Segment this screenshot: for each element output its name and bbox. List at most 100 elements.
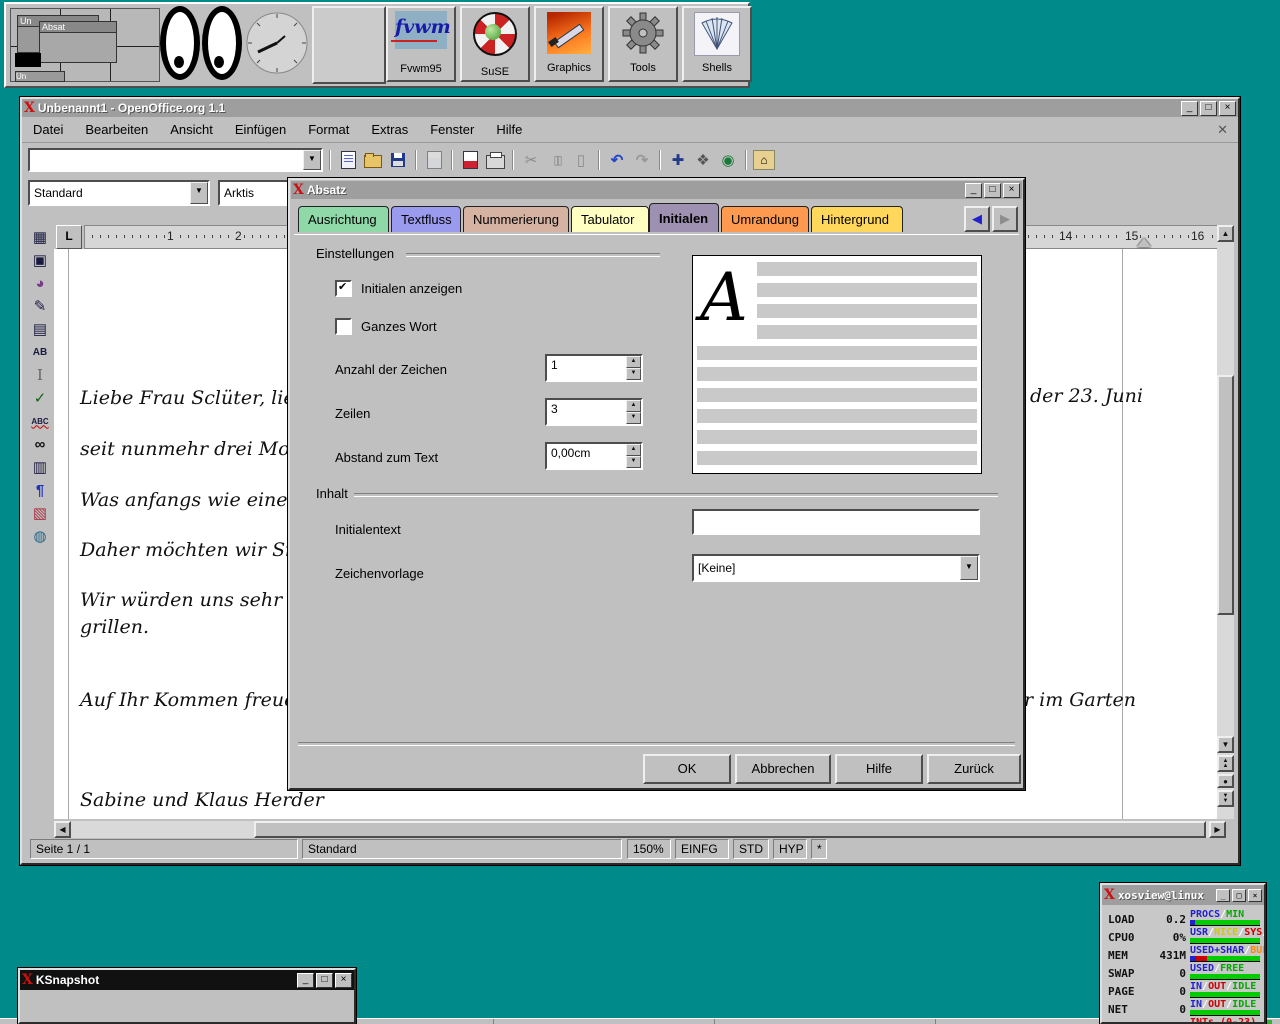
navigation-dot-icon[interactable]: ●: [1217, 774, 1234, 788]
ksnapshot-titlebar[interactable]: X KSnapshot _ □ ×: [20, 970, 354, 990]
horizontal-scrollbar-thumb[interactable]: [254, 821, 1206, 838]
scroll-up-icon[interactable]: ▲: [1217, 225, 1234, 242]
dock-button-fvwm95[interactable]: fvwm Fvwm95: [386, 6, 456, 82]
print-icon[interactable]: [484, 149, 506, 171]
menu-einfuegen[interactable]: Einfügen: [224, 119, 297, 140]
close-button[interactable]: ×: [335, 973, 352, 988]
tab-initialen[interactable]: Initialen: [649, 203, 719, 232]
lines-spinner[interactable]: 3 ▲▼: [545, 398, 643, 426]
menu-bearbeiten[interactable]: Bearbeiten: [74, 119, 159, 140]
nonprinting-characters-icon[interactable]: ¶: [29, 479, 51, 501]
menu-fenster[interactable]: Fenster: [419, 119, 485, 140]
close-button[interactable]: ×: [1248, 889, 1262, 902]
tab-scroll-left-icon[interactable]: ◀: [964, 206, 990, 232]
auto-spellcheck-icon[interactable]: ABC: [29, 410, 51, 432]
dock-button-suse[interactable]: SuSE: [460, 6, 530, 82]
spellcheck-icon[interactable]: ✓: [29, 387, 51, 409]
menu-ansicht[interactable]: Ansicht: [159, 119, 224, 140]
status-zoom[interactable]: 150%: [627, 839, 671, 859]
tab-nummerierung[interactable]: Nummerierung: [463, 206, 569, 232]
close-button[interactable]: ×: [1219, 101, 1236, 116]
vertical-scrollbar-thumb[interactable]: [1217, 375, 1234, 615]
tab-scroll-right-icon[interactable]: ▶: [992, 206, 1018, 232]
gallery-icon[interactable]: ⌂: [753, 150, 775, 170]
vertical-scrollbar[interactable]: ▲ ▼ ▲▲ ● ▼▼: [1217, 225, 1234, 819]
pager-mini-window[interactable]: [15, 53, 41, 67]
tab-type-selector[interactable]: L: [56, 225, 82, 249]
scroll-right-icon[interactable]: ▶: [1209, 821, 1226, 838]
stylist-icon[interactable]: ❖: [692, 149, 714, 171]
new-document-icon[interactable]: [337, 149, 359, 171]
minimize-button[interactable]: _: [1181, 101, 1198, 116]
pager-mini-window[interactable]: Absat: [39, 21, 117, 63]
maximize-button[interactable]: □: [1232, 889, 1246, 902]
scroll-down-icon[interactable]: ▼: [1217, 736, 1234, 753]
horizontal-scrollbar[interactable]: ◀ ▶: [54, 821, 1226, 838]
insert-table-icon[interactable]: ▦: [29, 226, 51, 248]
dialog-close-button[interactable]: ×: [1003, 183, 1020, 198]
chevron-down-icon[interactable]: ▼: [303, 150, 321, 170]
chevron-down-icon[interactable]: ▼: [190, 182, 208, 204]
minimize-button[interactable]: _: [297, 973, 314, 988]
margin-marker-icon[interactable]: [1137, 238, 1151, 247]
menu-hilfe[interactable]: Hilfe: [485, 119, 533, 140]
cancel-button[interactable]: Abbrechen: [735, 754, 831, 784]
dock-button-graphics[interactable]: Graphics: [534, 6, 604, 82]
direct-cursor-icon[interactable]: I: [29, 364, 51, 386]
status-insert-mode[interactable]: EINFG: [675, 839, 729, 859]
status-hyperlink-mode[interactable]: HYP: [773, 839, 807, 859]
maximize-button[interactable]: □: [316, 973, 333, 988]
dock-empty-button[interactable]: [312, 6, 386, 84]
reset-button[interactable]: Zurück: [927, 754, 1021, 784]
spin-down-icon[interactable]: ▼: [626, 412, 641, 424]
data-sources-icon[interactable]: ▥: [29, 456, 51, 478]
paste-icon[interactable]: ▯: [570, 149, 592, 171]
spin-down-icon[interactable]: ▼: [626, 368, 641, 380]
spin-up-icon[interactable]: ▲: [626, 400, 641, 412]
insert-frame-icon[interactable]: ▣: [29, 249, 51, 271]
dock-button-tools[interactable]: Tools: [608, 6, 678, 82]
menu-extras[interactable]: Extras: [360, 119, 419, 140]
find-icon[interactable]: ∞: [29, 433, 51, 455]
spin-up-icon[interactable]: ▲: [626, 444, 641, 456]
scroll-left-icon[interactable]: ◀: [54, 821, 71, 838]
tab-textfluss[interactable]: Textfluss: [391, 206, 461, 232]
online-layout-icon[interactable]: ◍: [29, 525, 51, 547]
document-close-icon[interactable]: ✕: [1217, 122, 1238, 138]
dialog-maximize-button[interactable]: □: [984, 183, 1001, 198]
images-onoff-icon[interactable]: ▧: [29, 502, 51, 524]
tab-tabulator[interactable]: Tabulator: [571, 206, 649, 232]
charstyle-combobox[interactable]: [Keine] ▼: [692, 554, 980, 582]
menu-datei[interactable]: Datei: [22, 119, 74, 140]
url-combobox[interactable]: ▼: [28, 148, 323, 172]
redo-icon[interactable]: ↷: [631, 149, 653, 171]
save-icon[interactable]: [387, 149, 409, 171]
help-button[interactable]: Hilfe: [835, 754, 923, 784]
undo-icon[interactable]: ↶: [606, 149, 628, 171]
tab-ausrichtung[interactable]: Ausrichtung: [298, 206, 389, 232]
autotext-icon[interactable]: AB: [29, 341, 51, 363]
distance-spinner[interactable]: 0,00cm ▲▼: [545, 442, 643, 470]
xosview-titlebar[interactable]: X xosview@linux _ □ ×: [1102, 885, 1264, 905]
minimize-button[interactable]: _: [1216, 889, 1230, 902]
show-dropcaps-checkbox[interactable]: [335, 280, 352, 297]
ok-button[interactable]: OK: [643, 754, 731, 784]
tab-hintergrund[interactable]: Hintergrund: [811, 206, 903, 232]
cut-icon[interactable]: ✂: [520, 149, 542, 171]
paragraph-style-combobox[interactable]: Standard ▼: [28, 180, 210, 206]
pager-mini-window[interactable]: Un: [15, 71, 65, 82]
writer-titlebar[interactable]: X Unbenannt1 - OpenOffice.org 1.1 _ □ ×: [22, 99, 1238, 117]
insert-form-icon[interactable]: ▤: [29, 318, 51, 340]
mail-document-icon[interactable]: [459, 149, 481, 171]
dialog-titlebar[interactable]: X Absatz _ □ ×: [291, 181, 1022, 199]
whole-word-checkbox[interactable]: [335, 318, 352, 335]
navigator-icon[interactable]: ✚: [667, 149, 689, 171]
spin-up-icon[interactable]: ▲: [626, 356, 641, 368]
status-selection-mode[interactable]: STD: [733, 839, 769, 859]
draw-functions-icon[interactable]: ✎: [29, 295, 51, 317]
num-chars-spinner[interactable]: 1 ▲▼: [545, 354, 643, 382]
chevron-down-icon[interactable]: ▼: [960, 556, 978, 580]
dialog-minimize-button[interactable]: _: [965, 183, 982, 198]
dock-button-shells[interactable]: Shells: [682, 6, 752, 82]
spin-down-icon[interactable]: ▼: [626, 456, 641, 468]
